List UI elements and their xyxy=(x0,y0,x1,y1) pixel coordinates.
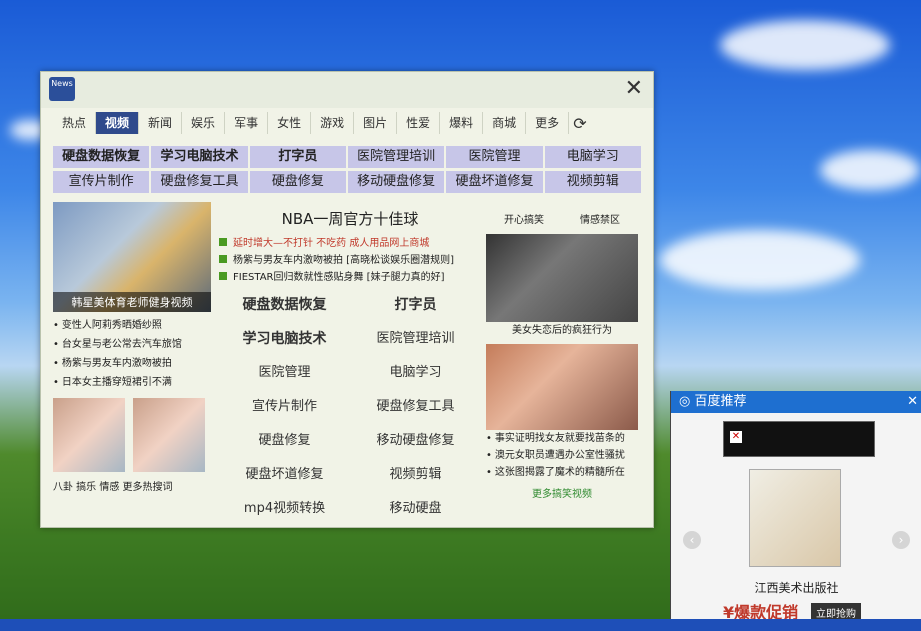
panel-title: 百度推荐 xyxy=(694,394,747,409)
cloud xyxy=(820,150,920,190)
tab-exposure[interactable]: 爆料 xyxy=(440,112,484,134)
news-logo: News xyxy=(49,77,75,101)
keyword-link[interactable]: 学习电脑技术 xyxy=(219,328,350,350)
tab-love[interactable]: 性爱 xyxy=(397,112,441,134)
titlebar: News ✕ xyxy=(41,72,653,108)
video-thumbnail[interactable]: 韩星美体育老师健身视频 xyxy=(53,202,211,312)
keyword-link[interactable]: 电脑学习 xyxy=(544,146,641,168)
keyword-link[interactable]: 医院管理 xyxy=(219,362,350,384)
keyword-link[interactable]: 医院管理 xyxy=(446,146,543,168)
keyword-link[interactable]: 硬盘数据恢复 xyxy=(53,146,150,168)
taskbar xyxy=(0,619,921,631)
keyword-grid: 硬盘数据恢复 学习电脑技术 打字员 医院管理培训 医院管理 电脑学习 宣传片制作… xyxy=(53,146,641,196)
link-grid: 硬盘数据恢复 打字员 学习电脑技术 医院管理培训 医院管理 电脑学习 宣传片制作… xyxy=(219,294,481,520)
baidu-recommend-panel: ◎ 百度推荐 ✕ ✕ ‹ › 江西美术出版社 ¥爆款促销 立即抢购 xyxy=(670,391,921,625)
tab-military[interactable]: 军事 xyxy=(225,112,269,134)
close-icon[interactable]: ✕ xyxy=(907,391,918,413)
news-item-text: 延时增大—不打针 不吃药 成人用品网上商城 xyxy=(233,238,430,249)
photo-thumbnail[interactable] xyxy=(133,398,205,472)
list-item[interactable]: 变性人阿莉秀晒婚纱照 xyxy=(53,316,213,335)
list-item[interactable]: 台女星与老公常去汽车旅馆 xyxy=(53,335,213,354)
keyword-link[interactable]: 电脑学习 xyxy=(350,362,481,384)
keyword-link[interactable]: 打字员 xyxy=(249,146,346,168)
tab-pictures[interactable]: 图片 xyxy=(354,112,398,134)
thumbnail-row xyxy=(53,398,213,472)
keyword-link[interactable]: 硬盘修复 xyxy=(219,430,350,452)
keyword-link[interactable]: 移动硬盘修复 xyxy=(347,171,445,193)
right-news-list: 事实证明找女友就要找苗条的 澳元女职员遭遇办公室性骚扰 这张图揭露了魔术的精髓所… xyxy=(486,430,638,481)
keyword-link[interactable]: 硬盘坏道修复 xyxy=(446,171,543,193)
news-item[interactable]: 杨紫与男友车内激吻被拍 [高晓松谈娱乐圈潜规则] xyxy=(219,252,481,269)
tab-women[interactable]: 女性 xyxy=(268,112,312,134)
close-icon[interactable]: ✕ xyxy=(625,76,643,101)
product-image[interactable] xyxy=(749,469,841,567)
list-item[interactable]: 事实证明找女友就要找苗条的 xyxy=(486,430,638,447)
bullet-icon xyxy=(219,238,227,246)
tab-more[interactable]: 更多 xyxy=(526,112,570,134)
photo-thumbnail[interactable] xyxy=(53,398,125,472)
cloud xyxy=(660,230,860,290)
bullet-icon xyxy=(219,255,227,263)
keyword-link[interactable]: 硬盘修复 xyxy=(249,171,346,193)
tab-news[interactable]: 新闻 xyxy=(139,112,183,134)
middle-column: NBA一周官方十佳球 延时增大—不打针 不吃药 成人用品网上商城 杨紫与男友车内… xyxy=(219,208,481,520)
broken-image: ✕ xyxy=(723,421,875,457)
baidu-logo-icon: ◎ xyxy=(679,394,695,409)
panel-header: ◎ 百度推荐 ✕ xyxy=(671,391,921,413)
keyword-link[interactable]: 视频剪辑 xyxy=(350,464,481,486)
tab-funny[interactable]: 开心搞笑 xyxy=(504,212,544,230)
cloud xyxy=(720,20,890,70)
news-popup-window: News ✕ 热点 视频 新闻 娱乐 军事 女性 游戏 图片 性爱 爆料 商城 … xyxy=(40,71,654,528)
next-arrow-icon[interactable]: › xyxy=(892,531,910,549)
left-column: 韩星美体育老师健身视频 变性人阿莉秀晒婚纱照 台女星与老公常去汽车旅馆 杨紫与男… xyxy=(53,202,213,493)
video-thumbnail[interactable] xyxy=(486,234,638,322)
keyword-link[interactable]: 硬盘修复工具 xyxy=(151,171,248,193)
keyword-link[interactable]: 医院管理培训 xyxy=(347,146,445,168)
keyword-link[interactable]: mp4视频转换 xyxy=(219,498,350,520)
tab-games[interactable]: 游戏 xyxy=(311,112,355,134)
thumbnail-caption[interactable]: 美女失恋后的疯狂行为 xyxy=(486,322,638,340)
broken-image-icon: ✕ xyxy=(730,431,742,443)
keyword-link[interactable]: 学习电脑技术 xyxy=(151,146,248,168)
keyword-link[interactable]: 移动硬盘修复 xyxy=(350,430,481,452)
refresh-icon[interactable]: ⟳ xyxy=(573,114,586,133)
prev-arrow-icon[interactable]: ‹ xyxy=(683,531,701,549)
bullet-icon xyxy=(219,272,227,280)
tab-hot[interactable]: 热点 xyxy=(53,112,97,134)
news-item[interactable]: 延时增大—不打针 不吃药 成人用品网上商城 xyxy=(219,235,481,252)
news-item-text: 杨紫与男友车内激吻被拍 [高晓松谈娱乐圈潜规则] xyxy=(233,255,454,266)
right-column: 开心搞笑 情感禁区 美女失恋后的疯狂行为 事实证明找女友就要找苗条的 澳元女职员… xyxy=(486,212,638,500)
keyword-link[interactable]: 视频剪辑 xyxy=(544,171,641,193)
left-news-list: 变性人阿莉秀晒婚纱照 台女星与老公常去汽车旅馆 杨紫与男友车内激吻被拍 日本女主… xyxy=(53,316,213,392)
keyword-link[interactable]: 硬盘修复工具 xyxy=(350,396,481,418)
tab-shop[interactable]: 商城 xyxy=(483,112,527,134)
news-item[interactable]: FIESTAR回归数就性感贴身舞 [妹子腿力真的好] xyxy=(219,269,481,286)
tab-emotion[interactable]: 情感禁区 xyxy=(580,212,620,230)
headline[interactable]: NBA一周官方十佳球 xyxy=(219,208,481,229)
keyword-link[interactable]: 医院管理培训 xyxy=(350,328,481,350)
more-videos-link[interactable]: 更多搞笑视频 xyxy=(486,485,638,500)
list-item[interactable]: 杨紫与男友车内激吻被拍 xyxy=(53,354,213,373)
news-item-text: FIESTAR回归数就性感贴身舞 [妹子腿力真的好] xyxy=(233,272,445,283)
keyword-link[interactable]: 移动硬盘 xyxy=(350,498,481,520)
photo-thumbnail[interactable] xyxy=(486,344,638,430)
keyword-link[interactable]: 宣传片制作 xyxy=(219,396,350,418)
list-item[interactable]: 澳元女职员遭遇办公室性骚扰 xyxy=(486,447,638,464)
right-tabs: 开心搞笑 情感禁区 xyxy=(486,212,638,230)
thumbnail-caption: 韩星美体育老师健身视频 xyxy=(53,292,211,312)
keyword-link[interactable]: 硬盘坏道修复 xyxy=(219,464,350,486)
keyword-link[interactable]: 打字员 xyxy=(350,294,481,316)
tab-video[interactable]: 视频 xyxy=(96,112,140,134)
keyword-link[interactable]: 宣传片制作 xyxy=(53,171,150,193)
tag-line[interactable]: 八卦 搞乐 情感 更多热搜词 xyxy=(53,478,213,493)
keyword-link[interactable]: 硬盘数据恢复 xyxy=(219,294,350,316)
tab-entertainment[interactable]: 娱乐 xyxy=(182,112,226,134)
product-name[interactable]: 江西美术出版社 xyxy=(671,579,921,596)
list-item[interactable]: 这张图揭露了魔术的精髓所在 xyxy=(486,464,638,481)
tab-bar: 热点 视频 新闻 娱乐 军事 女性 游戏 图片 性爱 爆料 商城 更多 ⟳ xyxy=(53,110,645,136)
list-item[interactable]: 日本女主播穿短裙引不满 xyxy=(53,373,213,392)
